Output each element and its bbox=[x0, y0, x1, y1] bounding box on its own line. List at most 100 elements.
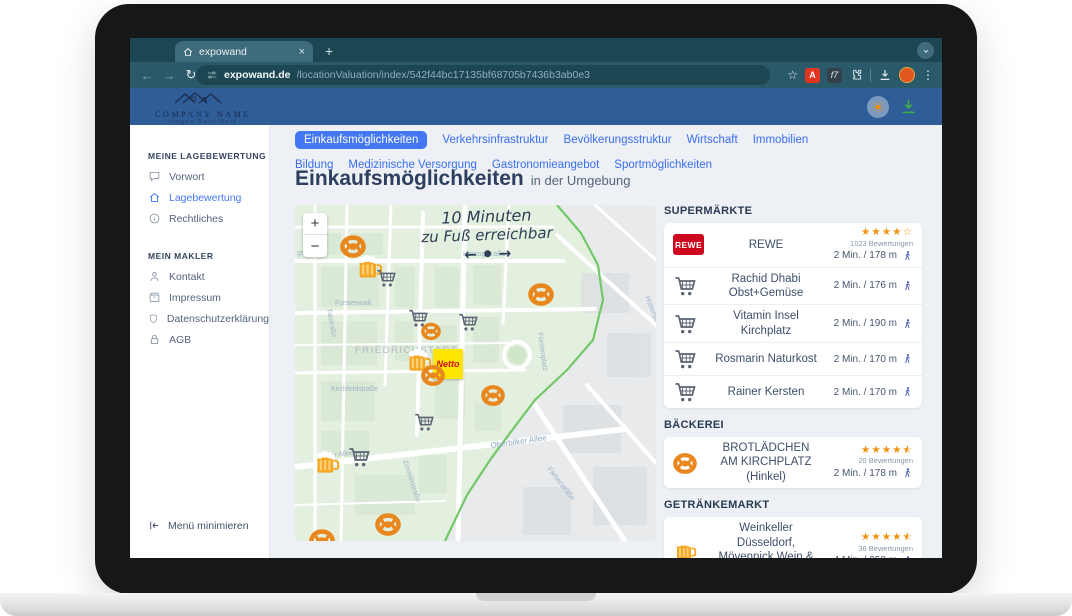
extensions-puzzle-icon[interactable] bbox=[849, 68, 863, 82]
pretzel-marker[interactable] bbox=[375, 511, 401, 537]
sidebar: MEINE LAGEBEWERTUNGVorwortLagebewertungR… bbox=[130, 125, 270, 558]
street-label: Kirchfeldstraße bbox=[331, 386, 378, 393]
browser-menu-icon[interactable]: ⋮ bbox=[922, 68, 934, 82]
cart-marker[interactable] bbox=[375, 267, 397, 289]
forward-button[interactable]: → bbox=[158, 68, 180, 83]
zoom-out-button[interactable]: − bbox=[303, 235, 327, 257]
poi-distance: 2 Min. / 170 m bbox=[834, 354, 897, 365]
new-tab-button[interactable]: + bbox=[325, 41, 333, 61]
poi-distance-row: 2 Min. / 170 m bbox=[834, 352, 913, 366]
address-bar[interactable]: expowand.de/locationValuation/index/542f… bbox=[196, 65, 770, 85]
poi-row[interactable]: Rainer Kersten 2 Min. / 170 m bbox=[664, 375, 922, 408]
cart-icon bbox=[673, 274, 697, 298]
poi-details: 2 Min. / 190 m bbox=[821, 317, 913, 331]
poi-card: BROTLÄDCHEN AM KIRCHPLATZ (Hinkel)★★★★☆★… bbox=[664, 437, 922, 488]
downloads-icon[interactable] bbox=[878, 68, 892, 82]
beer-marker[interactable] bbox=[313, 449, 340, 476]
pretzel-marker[interactable] bbox=[309, 527, 335, 541]
sidebar-section-heading: MEIN MAKLER bbox=[148, 251, 269, 261]
extension-fx-icon[interactable]: f7 bbox=[827, 68, 842, 83]
sidebar-item-agb[interactable]: AGB bbox=[148, 333, 269, 346]
pretzel-marker[interactable] bbox=[528, 281, 554, 307]
sidebar-item-label: Impressum bbox=[169, 292, 221, 304]
cart-marker[interactable] bbox=[413, 411, 435, 433]
page-title-row: Einkaufsmöglichkeiten in der Umgebung bbox=[295, 167, 630, 191]
cart-marker[interactable] bbox=[457, 311, 479, 333]
cart-icon bbox=[673, 312, 697, 336]
sidebar-item-label: Datenschutzerklärung bbox=[167, 313, 269, 325]
download-report-button[interactable] bbox=[899, 97, 918, 116]
map-annotation: 10 Minuten zu Fuß erreichbar ← ● → bbox=[406, 205, 568, 266]
pretzel-marker[interactable] bbox=[481, 383, 505, 407]
poi-row[interactable]: Rosmarin Naturkost2 Min. / 170 m bbox=[664, 342, 922, 375]
sidebar-item-rechtliches[interactable]: Rechtliches bbox=[148, 212, 269, 225]
pretzel-icon bbox=[528, 281, 554, 307]
site-settings-icon bbox=[206, 69, 218, 81]
star-full-icon: ★ bbox=[861, 226, 871, 238]
tab-verkehrsinfrastruktur[interactable]: Verkehrsinfrastruktur bbox=[442, 131, 548, 149]
cart-marker[interactable] bbox=[347, 445, 371, 469]
profile-avatar[interactable] bbox=[899, 67, 915, 83]
pretzel-icon bbox=[421, 321, 441, 341]
url-path: /locationValuation/index/542f44bc17135bf… bbox=[297, 69, 590, 81]
poi-row[interactable]: Rachid Dhabi Obst+Gemüse2 Min. / 176 m bbox=[664, 267, 922, 305]
star-full-icon: ★ bbox=[882, 531, 892, 543]
walking-person-icon bbox=[902, 279, 913, 293]
walking-person-icon bbox=[902, 466, 913, 480]
chevron-down-icon bbox=[921, 46, 931, 56]
collapse-left-icon bbox=[148, 519, 161, 532]
adobe-extension-icon[interactable]: A bbox=[805, 68, 820, 83]
poi-row[interactable]: Vitamin Insel Kirchplatz2 Min. / 190 m bbox=[664, 304, 922, 342]
poi-name: Rainer Kersten bbox=[711, 385, 821, 399]
sidebar-item-label: AGB bbox=[169, 334, 191, 346]
minimize-menu-button[interactable]: Menü minimieren bbox=[148, 519, 249, 532]
poi-details: 2 Min. / 170 m bbox=[821, 385, 913, 399]
tab-search-button[interactable] bbox=[917, 42, 934, 59]
walking-person-icon bbox=[902, 352, 913, 366]
star-full-icon: ★ bbox=[861, 531, 871, 543]
tab-einkaufsm-glichkeiten[interactable]: Einkaufsmöglichkeiten bbox=[295, 131, 427, 149]
poi-row[interactable]: Weinkeller Düsseldorf, Mövenpick Wein & … bbox=[664, 517, 922, 558]
poi-distance: 2 Min. / 170 m bbox=[834, 387, 897, 398]
archive-icon bbox=[148, 291, 161, 304]
pretzel-marker[interactable] bbox=[421, 321, 441, 341]
walking-person-icon bbox=[902, 385, 913, 399]
browser-window: expowand × + ← → ↻ expowand.de/locationV… bbox=[130, 38, 942, 558]
cart-icon bbox=[413, 411, 435, 433]
toolbar-divider bbox=[870, 69, 871, 82]
browser-tab[interactable]: expowand × bbox=[175, 41, 313, 62]
poi-distance: 2 Min. / 190 m bbox=[834, 318, 897, 329]
poi-distance: 2 Min. / 178 m bbox=[834, 468, 897, 479]
cart-icon bbox=[673, 347, 697, 371]
poi-icon-cell bbox=[673, 451, 711, 475]
poi-icon-cell bbox=[673, 380, 711, 404]
poi-row[interactable]: BROTLÄDCHEN AM KIRCHPLATZ (Hinkel)★★★★☆★… bbox=[664, 437, 922, 488]
bookmark-star-icon[interactable]: ☆ bbox=[787, 68, 798, 82]
close-tab-icon[interactable]: × bbox=[299, 46, 305, 58]
sidebar-item-lagebewertung[interactable]: Lagebewertung bbox=[148, 191, 269, 204]
poi-distance-row: 2 Min. / 178 m bbox=[834, 249, 913, 263]
laptop-base-notch bbox=[476, 593, 596, 601]
rewe-logo: REWE bbox=[673, 234, 704, 255]
sidebar-item-datenschutzerkl-rung[interactable]: Datenschutzerklärung bbox=[148, 312, 269, 325]
walking-person-icon bbox=[902, 249, 913, 263]
sidebar-item-kontakt[interactable]: Kontakt bbox=[148, 270, 269, 283]
back-button[interactable]: ← bbox=[136, 68, 158, 83]
sidebar-item-vorwort[interactable]: Vorwort bbox=[148, 170, 269, 183]
sidebar-item-label: Lagebewertung bbox=[169, 192, 241, 204]
theme-toggle-button[interactable] bbox=[867, 96, 889, 118]
poi-details: ★★★★☆★36 Bewertungen4 Min. / 358 m bbox=[821, 532, 913, 558]
tab-bev-lkerungsstruktur[interactable]: Bevölkerungsstruktur bbox=[564, 131, 672, 149]
sidebar-item-label: Kontakt bbox=[169, 271, 205, 283]
sidebar-item-impressum[interactable]: Impressum bbox=[148, 291, 269, 304]
app-header: COMPANY NAME Slogan Goes Here bbox=[130, 88, 942, 125]
zoom-in-button[interactable]: + bbox=[303, 213, 327, 235]
star-empty-icon: ☆ bbox=[903, 226, 913, 238]
poi-icon-cell bbox=[673, 274, 711, 298]
map[interactable]: gstraßeHerzogstraßeFürstenwallFRIEDRICHS… bbox=[295, 205, 656, 541]
page-subtitle: in der Umgebung bbox=[531, 173, 631, 188]
tab-immobilien[interactable]: Immobilien bbox=[753, 131, 809, 149]
tab-wirtschaft[interactable]: Wirtschaft bbox=[687, 131, 738, 149]
pretzel-marker[interactable] bbox=[421, 363, 445, 387]
poi-row[interactable]: REWEREWE★★★★☆1023 Bewertungen2 Min. / 17… bbox=[664, 223, 922, 267]
